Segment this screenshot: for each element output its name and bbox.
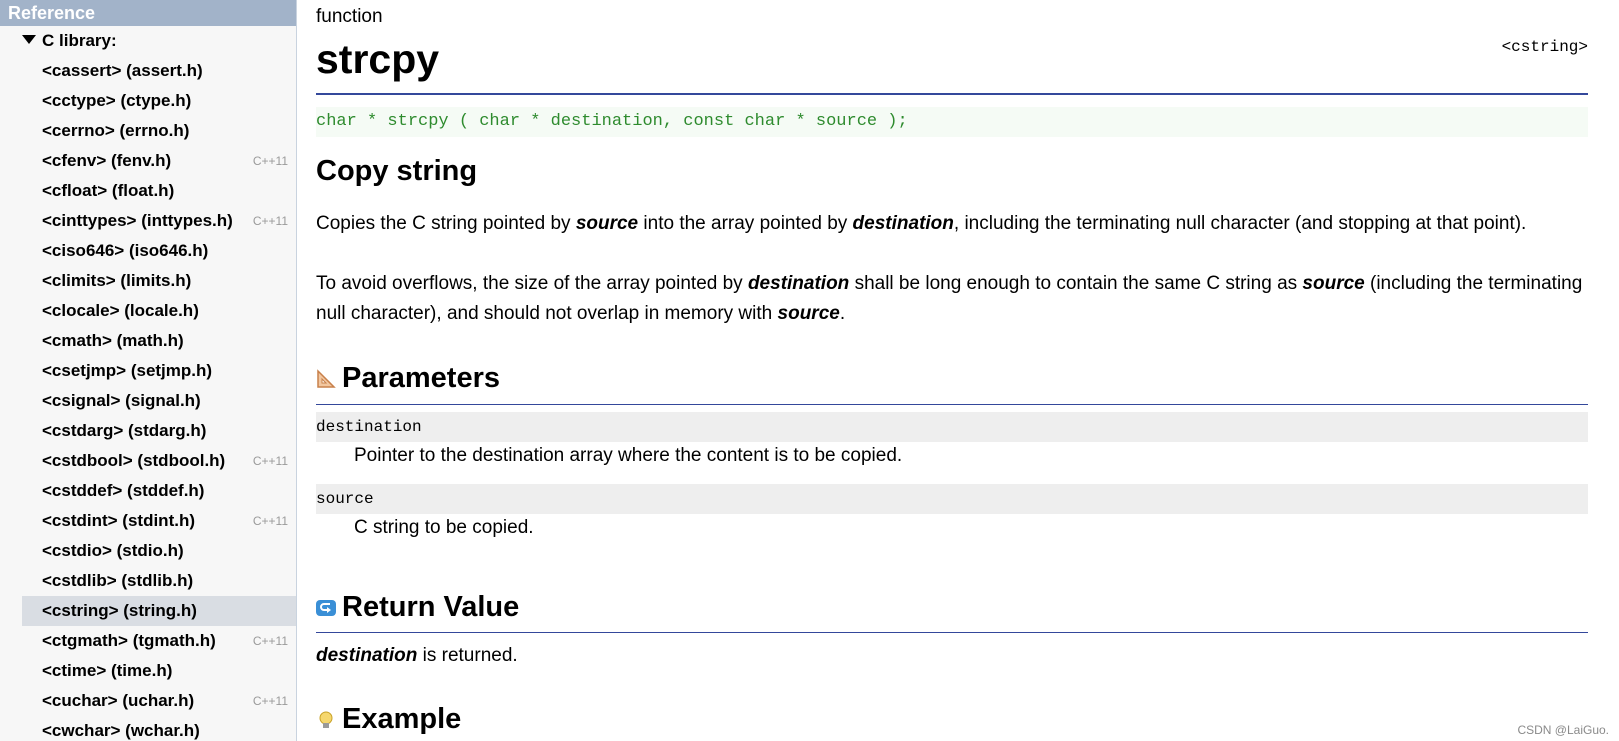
version-badge: C++11: [252, 514, 288, 528]
return-value-heading: Return Value: [316, 591, 519, 624]
entity-kind: function: [316, 6, 383, 27]
sidebar-item-label: <cstdint> (stdint.h): [42, 511, 195, 530]
sidebar-item-label: <cuchar> (uchar.h): [42, 691, 195, 710]
sidebar-header[interactable]: Reference: [0, 0, 296, 26]
return-desc-text: is returned.: [417, 645, 518, 666]
sidebar-item[interactable]: <cuchar> (uchar.h) C++11: [0, 686, 296, 716]
sidebar-item[interactable]: <csignal> (signal.h): [0, 386, 296, 416]
sidebar-item-label: <cinttypes> (inttypes.h): [42, 211, 233, 230]
main-content: function strcpy <cstring> char * strcpy …: [316, 0, 1588, 741]
sidebar-item-label: <cerrno> (errno.h): [42, 121, 190, 140]
sidebar-item-label: <ciso646> (iso646.h): [42, 241, 209, 260]
triangle-down-icon[interactable]: [22, 35, 36, 45]
sidebar-item[interactable]: <cstdlib> (stdlib.h): [0, 566, 296, 596]
sidebar-item[interactable]: <cctype> (ctype.h): [0, 86, 296, 116]
sidebar: Reference C library: <cassert> (assert.h…: [0, 0, 297, 741]
sidebar-item[interactable]: <cstdint> (stdint.h) C++11: [0, 506, 296, 536]
page-title: strcpy: [316, 36, 440, 82]
parameters-heading: Parameters: [316, 362, 500, 395]
desc-text: into the array pointed by: [638, 213, 853, 234]
header-link[interactable]: <cstring>: [1502, 38, 1588, 56]
sidebar-item-label: <cmath> (math.h): [42, 331, 184, 350]
version-badge: C++11: [252, 694, 288, 708]
version-badge: C++11: [252, 454, 288, 468]
sidebar-item[interactable]: <climits> (limits.h): [0, 266, 296, 296]
sidebar-item-label: <cstddef> (stddef.h): [42, 481, 205, 500]
sidebar-item[interactable]: <cfenv> (fenv.h) C++11: [0, 146, 296, 176]
desc-text: Copies the C string pointed by: [316, 213, 576, 234]
sidebar-item-label: <cstdarg> (stdarg.h): [42, 421, 207, 440]
return-value-divider: [316, 632, 1588, 633]
param-ref-source: source: [575, 213, 639, 234]
param-ref-source: source: [1302, 273, 1365, 294]
sidebar-item[interactable]: <cstdarg> (stdarg.h): [0, 416, 296, 446]
example-heading: Example: [316, 703, 461, 736]
sidebar-item[interactable]: <cerrno> (errno.h): [0, 116, 296, 146]
sidebar-item[interactable]: <cstddef> (stddef.h): [0, 476, 296, 506]
sidebar-item-label: <cctype> (ctype.h): [42, 91, 192, 110]
version-badge: C++11: [252, 214, 288, 228]
sidebar-item[interactable]: <ctgmath> (tgmath.h) C++11: [0, 626, 296, 656]
return-value-heading-text: Return Value: [342, 591, 520, 623]
sidebar-item-label: <cfloat> (float.h): [42, 181, 175, 200]
description-paragraph-1: Copies the C string pointed by source in…: [316, 209, 1588, 239]
sidebar-item-label: <cstdbool> (stdbool.h): [42, 451, 226, 470]
sidebar-item-label: <csetjmp> (setjmp.h): [42, 361, 213, 380]
desc-text: shall be long enough to contain the same…: [849, 273, 1303, 294]
sidebar-item-label: <cwchar> (wchar.h): [42, 721, 200, 740]
sidebar-item-label: <clocale> (locale.h): [42, 301, 199, 320]
sidebar-item[interactable]: <cstdio> (stdio.h): [0, 536, 296, 566]
sidebar-item-label: <cstring> (string.h): [42, 601, 197, 620]
version-badge: C++11: [252, 154, 288, 168]
description-paragraph-2: To avoid overflows, the size of the arra…: [316, 269, 1588, 329]
sidebar-item-label: <cstdio> (stdio.h): [42, 541, 184, 560]
param-name-destination: destination: [316, 412, 1588, 442]
example-heading-text: Example: [342, 703, 462, 735]
sidebar-item[interactable]: <cinttypes> (inttypes.h) C++11: [0, 206, 296, 236]
set-square-icon: [317, 368, 336, 388]
param-ref-destination: destination: [852, 213, 954, 234]
sidebar-item[interactable]: <clocale> (locale.h): [0, 296, 296, 326]
sidebar-item-label: <ctgmath> (tgmath.h): [42, 631, 216, 650]
sidebar-item[interactable]: <cfloat> (float.h): [0, 176, 296, 206]
c-library-node[interactable]: C library:: [0, 26, 296, 56]
param-ref-source: source: [777, 303, 840, 324]
sidebar-item[interactable]: <ciso646> (iso646.h): [0, 236, 296, 266]
sidebar-item-label: <cfenv> (fenv.h): [42, 151, 172, 170]
title-divider: [316, 93, 1588, 95]
lightbulb-icon: [319, 711, 333, 728]
sidebar-item-label: <csignal> (signal.h): [42, 391, 201, 410]
short-description: Copy string: [316, 155, 478, 187]
desc-text: , including the terminating null charact…: [953, 213, 1527, 234]
return-value-text: destination is returned.: [316, 641, 518, 671]
function-prototype: char * strcpy ( char * destination, cons…: [316, 107, 1588, 137]
sidebar-item-label: <climits> (limits.h): [42, 271, 192, 290]
param-desc-source: C string to be copied.: [354, 517, 534, 538]
sidebar-item[interactable]: <cassert> (assert.h): [0, 56, 296, 86]
param-name-source: source: [316, 484, 1588, 514]
param-ref-destination: destination: [316, 645, 418, 666]
library-list: <cassert> (assert.h) <cctype> (ctype.h) <c…: [0, 56, 296, 741]
sidebar-item[interactable]: <cmath> (math.h): [0, 326, 296, 356]
sidebar-item[interactable]: <csetjmp> (setjmp.h): [0, 356, 296, 386]
sidebar-item[interactable]: <ctime> (time.h): [0, 656, 296, 686]
sidebar-item[interactable]: <cstring> (string.h): [22, 596, 296, 626]
desc-text: To avoid overflows, the size of the arra…: [316, 273, 748, 294]
parameters-divider: [316, 404, 1588, 405]
sidebar-item-label: <ctime> (time.h): [42, 661, 173, 680]
sidebar-item[interactable]: <cstdbool> (stdbool.h) C++11: [0, 446, 296, 476]
c-library-label: C library:: [42, 31, 117, 50]
sidebar-item-label: <cstdlib> (stdlib.h): [42, 571, 194, 590]
desc-text: .: [839, 303, 846, 324]
param-desc-destination: Pointer to the destination array where t…: [354, 445, 903, 466]
version-badge: C++11: [252, 634, 288, 648]
param-ref-destination: destination: [747, 273, 850, 294]
parameters-heading-text: Parameters: [342, 362, 500, 394]
sidebar-item[interactable]: <cwchar> (wchar.h): [0, 716, 296, 741]
sidebar-item-label: <cassert> (assert.h): [42, 61, 203, 80]
watermark: CSDN @LaiGuo.: [1517, 723, 1609, 737]
return-arrow-icon: [316, 599, 336, 616]
